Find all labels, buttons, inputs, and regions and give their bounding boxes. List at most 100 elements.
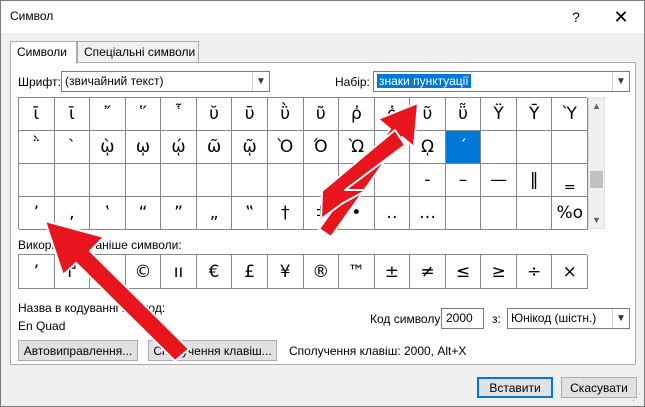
symbol-cell[interactable] [516,197,553,230]
symbol-cell[interactable]: ῦ [303,98,340,131]
symbol-cell[interactable] [481,197,517,230]
symbol-cell[interactable] [54,164,91,197]
symbol-cell[interactable]: ῭ [19,131,55,164]
recent-symbol-cell[interactable]: ± [374,255,411,289]
symbol-cell[interactable]: — [481,164,517,197]
symbol-cell[interactable]: – [445,164,482,197]
symbol-cell[interactable]: † [267,197,304,230]
symbol-cell[interactable]: ῧ [445,98,482,131]
symbol-cell[interactable]: Ÿ [481,98,517,131]
symbol-cell[interactable] [481,131,517,164]
symbol-cell[interactable]: ῴ [161,131,197,164]
symbol-cell[interactable]: ` [54,131,91,164]
symbol-cell[interactable]: ῞ [125,98,162,131]
symbol-cell[interactable]: ‛ [90,197,126,230]
recent-symbol-cell[interactable]: ¥ [267,255,304,289]
symbol-cell[interactable]: ’ [19,197,55,230]
symbol-cell[interactable]: ῥ [374,98,411,131]
symbol-cell[interactable]: ‐ [410,164,446,197]
symbol-cell[interactable]: ῲ [90,131,126,164]
symbol-cell[interactable] [125,164,162,197]
close-button[interactable]: ✕ [598,1,644,33]
symbol-cell[interactable]: ῠ [196,98,233,131]
recent-symbol-cell[interactable]: £ [232,255,268,289]
tab-special-characters[interactable]: Спеціальні символи [77,41,199,63]
symbol-cell[interactable]: ῑ [19,98,55,131]
symbol-cell[interactable]: ‡ [303,197,340,230]
chevron-down-icon[interactable]: ▼ [612,309,629,328]
tab-symbols[interactable]: Символи [10,41,77,64]
symbol-cell[interactable] [339,164,375,197]
recent-symbol-cell[interactable]: ≤ [445,255,482,289]
symbol-cell[interactable]: ῦ [410,98,446,131]
symbol-cell[interactable]: ῳ [125,131,162,164]
symbol-cell[interactable]: “ [125,197,162,230]
symbol-cell[interactable]: Ὸ [267,131,304,164]
cancel-button[interactable]: Скасувати [561,377,637,398]
symbol-cell[interactable]: ῟ [161,98,197,131]
scroll-up-icon[interactable]: ▲ [589,98,604,114]
symbol-cell[interactable] [196,164,233,197]
symbol-cell[interactable]: • [339,197,375,230]
symbol-cell[interactable]: „ [196,197,233,230]
symbol-cell[interactable]: Ό [303,131,340,164]
recent-symbol-cell[interactable]: ıı [161,255,197,289]
symbol-cell[interactable]: ‟ [232,197,268,230]
symbol-cell[interactable]: ῼ [410,131,446,164]
symbol-cell[interactable]: ῷ [232,131,268,164]
symbol-cell[interactable] [232,164,268,197]
subset-select[interactable]: знаки пунктуації ▼ [373,71,630,92]
recent-symbol-cell[interactable] [90,255,126,289]
symbol-cell[interactable]: %o [552,197,588,230]
recent-symbol-cell[interactable]: © [125,255,162,289]
recent-symbol-cell[interactable]: ™ [339,255,375,289]
symbol-cell[interactable]: Ώ [374,131,411,164]
recent-symbol-cell[interactable]: ґ [54,255,91,289]
font-select[interactable]: (звичайний текст) ▼ [61,71,270,92]
chevron-down-icon[interactable]: ▼ [252,72,269,91]
recent-symbol-cell[interactable]: ≥ [481,255,517,289]
symbol-grid-scrollbar[interactable]: ▲ ▼ [588,97,605,229]
symbol-cell[interactable]: Ὼ [339,131,375,164]
symbol-cell[interactable]: ‗ [552,164,588,197]
recent-symbol-cell[interactable]: ’ [19,255,55,289]
symbol-cell[interactable] [303,164,340,197]
symbol-cell[interactable] [516,131,553,164]
symbol-cell[interactable]: Ῡ [516,98,553,131]
insert-button[interactable]: Вставити [477,377,553,398]
symbol-cell[interactable] [90,164,126,197]
symbol-cell[interactable]: ῢ [267,98,304,131]
symbol-cell[interactable] [19,164,55,197]
symbol-cell[interactable]: ῶ [196,131,233,164]
shortcut-key-button[interactable]: Сполучення клавіш... [148,340,277,361]
symbol-cell[interactable] [161,164,197,197]
symbol-cell[interactable]: ´ [445,131,482,164]
recent-symbol-cell[interactable]: ≠ [410,255,446,289]
chevron-down-icon[interactable]: ▼ [612,72,629,91]
symbol-cell[interactable] [267,164,304,197]
code-from-select[interactable]: Юнікод (шістн.) ▼ [507,308,630,329]
symbol-cell[interactable] [552,131,588,164]
scroll-thumb[interactable] [590,171,603,188]
symbol-cell[interactable]: … [410,197,446,230]
help-button[interactable]: ? [553,1,599,33]
symbol-cell[interactable] [374,164,411,197]
symbol-cell[interactable] [445,197,482,230]
character-code-input[interactable]: 2000 [441,308,484,329]
symbol-cell[interactable]: ῑ [54,98,91,131]
symbol-cell[interactable]: ‖ [516,164,553,197]
recent-symbol-cell[interactable]: × [552,255,588,289]
recent-symbol-cell[interactable]: ® [303,255,340,289]
symbol-cell[interactable]: Ὺ [552,98,588,131]
symbol-cell[interactable]: ‥ [374,197,411,230]
symbol-cell[interactable]: ” [161,197,197,230]
scroll-down-icon[interactable]: ▼ [589,212,604,228]
recent-symbol-cell[interactable]: ÷ [516,255,553,289]
recent-symbol-cell[interactable]: € [196,255,233,289]
symbol-cell[interactable]: ῎ [90,98,126,131]
symbol-cell[interactable]: ῤ [339,98,375,131]
symbol-cell[interactable]: ῡ [232,98,268,131]
resize-grip-icon[interactable]: ⋰ [632,392,641,403]
autocorrect-button[interactable]: Автовиправлення... [18,340,138,361]
symbol-cell[interactable]: , [54,197,91,230]
